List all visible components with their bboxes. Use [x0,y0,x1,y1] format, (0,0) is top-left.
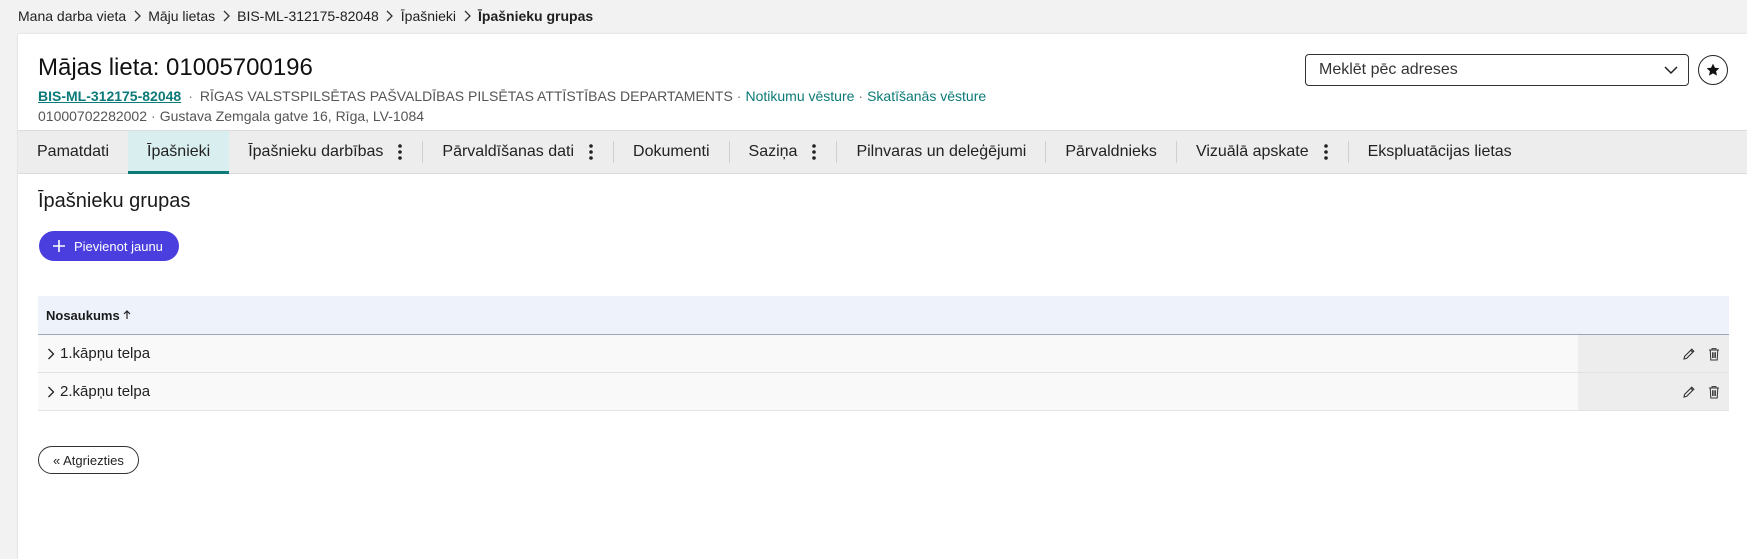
add-new-label: Pievienot jaunu [74,238,163,254]
view-history-link[interactable]: Skatīšanās vēsture [867,88,986,104]
address-text: Gustava Zemgala gatve 16, Rīga, LV-1084 [159,108,425,124]
tab-vizuala-apskate[interactable]: Vizuālā apskate [1177,131,1348,173]
chevron-right-icon [379,10,401,22]
delete-trash-icon[interactable] [1707,385,1721,399]
tab-label: Pārvaldīšanas dati [442,143,575,160]
event-history-link[interactable]: Notikumu vēsture [745,88,854,104]
separator-dot: · [188,88,193,104]
tab-label: Īpašnieki [147,143,211,160]
tab-label: Pārvaldnieks [1065,143,1157,160]
kebab-menu-icon[interactable] [397,144,403,160]
plus-icon [53,240,65,252]
star-icon [1706,63,1720,76]
kebab-menu-icon[interactable] [1323,144,1329,160]
breadcrumb-item-workspace[interactable]: Mana darba vieta [18,8,126,24]
address-search-select[interactable]: Meklēt pēc adreses [1305,54,1689,86]
main-card: Mājas lieta: 01005700196 BIS-ML-312175-8… [18,34,1747,559]
section-title: Īpašnieku grupas [38,190,191,212]
back-button[interactable]: « Atgriezties [38,446,139,474]
row-name: 1.kāpņu telpa [60,345,151,362]
breadcrumb-item-case[interactable]: BIS-ML-312175-82048 [237,8,379,24]
tab-parvaldisanas-dati[interactable]: Pārvaldīšanas dati [423,131,613,173]
tab-label: Ekspluatācijas lietas [1367,143,1512,160]
chevron-right-icon [215,10,237,22]
favorite-button[interactable] [1698,55,1728,85]
edit-pencil-icon[interactable] [1682,347,1696,361]
chevron-right-icon [126,10,148,22]
chevron-right-icon [456,10,478,22]
tab-ipasnieku-darbibas[interactable]: Īpašnieku darbības [229,131,422,173]
breadcrumb-item-house-cases[interactable]: Māju lietas [148,8,215,24]
breadcrumb: Mana darba vieta Māju lietas BIS-ML-3121… [18,7,593,25]
edit-pencil-icon[interactable] [1682,385,1696,399]
tab-parvaldnieks[interactable]: Pārvaldnieks [1046,131,1176,173]
tab-dokumenti[interactable]: Dokumenti [614,131,728,173]
column-header-name[interactable]: Nosaukums [46,308,120,323]
separator-dot: · [151,108,156,124]
tab-bar: Pamatdati Īpašnieki Īpašnieku darbības P… [18,130,1747,174]
case-code-link[interactable]: BIS-ML-312175-82048 [38,88,181,104]
tab-sazina[interactable]: Saziņa [730,131,837,173]
tab-label: Dokumenti [633,143,710,160]
owner-groups-table: Nosaukums 1.kāpņu telpa 2.kāpņu telpa [38,296,1729,411]
tab-label: Saziņa [748,143,798,160]
case-meta-line: BIS-ML-312175-82048 · RĪGAS VALSTSPILSĒT… [38,88,986,104]
delete-trash-icon[interactable] [1707,347,1721,361]
table-header: Nosaukums [38,296,1729,335]
department-text: RĪGAS VALSTSPILSĒTAS PAŠVALDĪBAS PILSĒTA… [199,88,733,104]
cadastre-number: 01000702282002 [38,108,148,124]
sort-ascending-icon[interactable] [123,310,131,320]
separator-dot: · [736,88,742,104]
table-row: 2.kāpņu telpa [38,373,1729,411]
tab-ekspluatacijas-lietas[interactable]: Ekspluatācijas lietas [1349,131,1531,173]
tab-label: Pamatdati [37,143,110,160]
tab-ipasnieki[interactable]: Īpašnieki [128,131,230,174]
tab-pamatdati[interactable]: Pamatdati [18,131,128,173]
tab-label: Pilnvaras un deleģējumi [856,143,1027,160]
address-line: 01000702282002 · Gustava Zemgala gatve 16,… [38,108,424,124]
separator-dot: · [858,88,864,104]
expand-chevron-icon[interactable] [47,348,57,360]
page-title: Mājas lieta: 01005700196 [38,54,313,81]
expand-chevron-icon[interactable] [47,386,57,398]
tab-label: Vizuālā apskate [1195,143,1309,160]
table-row: 1.kāpņu telpa [38,335,1729,373]
tab-pilnvaras[interactable]: Pilnvaras un deleģējumi [837,131,1045,173]
search-placeholder: Meklēt pēc adreses [1319,61,1458,78]
breadcrumb-item-owners[interactable]: Īpašnieki [401,8,456,24]
row-name: 2.kāpņu telpa [60,383,151,400]
kebab-menu-icon[interactable] [588,144,594,160]
row-actions [1578,373,1729,410]
tab-label: Īpašnieku darbības [248,143,384,160]
add-new-button[interactable]: Pievienot jaunu [39,231,179,261]
breadcrumb-item-owner-groups: Īpašnieku grupas [478,8,594,24]
row-actions [1578,335,1729,372]
chevron-down-icon [1664,66,1678,75]
kebab-menu-icon[interactable] [811,144,817,160]
